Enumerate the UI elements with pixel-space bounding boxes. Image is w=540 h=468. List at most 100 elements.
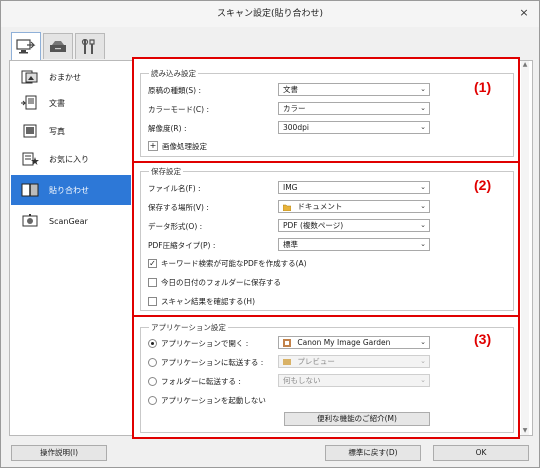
section-marker-3: (3) (474, 331, 492, 347)
check-results-checkbox[interactable] (148, 297, 157, 306)
open-with-app-radio-row[interactable]: アプリケーションで開く : (148, 338, 248, 349)
more-functions-button[interactable]: 便利な機能のご紹介(M) (284, 412, 430, 426)
expand-image-processing-button[interactable]: + (148, 141, 158, 151)
date-folder-checkbox[interactable] (148, 278, 157, 287)
scangear-icon (19, 213, 41, 229)
close-button[interactable]: × (513, 5, 535, 22)
title-bar: スキャン設定(貼り合わせ) × (1, 1, 539, 27)
document-icon (19, 95, 41, 111)
tab-scan-from-computer[interactable] (11, 32, 41, 61)
ok-button[interactable]: OK (433, 445, 529, 461)
photo-icon (19, 123, 41, 139)
save-settings-title: 保存設定 (149, 166, 183, 177)
file-name-select[interactable]: IMG ⌄ (278, 181, 430, 194)
sidebar-item-label: ScanGear (49, 216, 88, 226)
scanner-icon (50, 40, 66, 52)
send-to-folder-label: フォルダーに転送する : (161, 377, 241, 386)
sidebar-item-label: 文書 (49, 98, 65, 108)
scan-settings-dialog: スキャン設定(貼り合わせ) × おまかせ 文書 写真 お気に入り 貼り合わせ S… (0, 0, 540, 468)
color-mode-select[interactable]: カラー ⌄ (278, 102, 430, 115)
scroll-down-icon[interactable]: ▼ (521, 427, 529, 435)
window-title: スキャン設定(貼り合わせ) (216, 9, 324, 19)
do-not-start-radio[interactable] (148, 396, 157, 405)
data-format-value: PDF (複数ページ) (283, 221, 344, 230)
chevron-down-icon: ⌄ (420, 202, 426, 210)
file-name-value: IMG (283, 183, 298, 192)
section-marker-2: (2) (474, 177, 492, 193)
app-settings-title: アプリケーション設定 (149, 322, 228, 333)
section-marker-1: (1) (474, 79, 492, 95)
chevron-down-icon: ⌄ (420, 104, 426, 112)
chevron-down-icon: ⌄ (420, 123, 426, 131)
keyword-pdf-checkbox[interactable]: ✓ (148, 259, 157, 268)
source-select[interactable]: 文書 ⌄ (278, 83, 430, 96)
date-folder-checkbox-row[interactable]: 今日の日付のフォルダーに保存する (148, 277, 281, 288)
app-icon (283, 339, 291, 347)
resolution-select[interactable]: 300dpi ⌄ (278, 121, 430, 134)
resolution-label: 解像度(R) : (148, 124, 187, 133)
save-in-label: 保存する場所(V) : (148, 203, 209, 212)
open-with-app-radio[interactable] (148, 339, 157, 348)
resolution-value: 300dpi (283, 123, 309, 132)
send-to-folder-radio[interactable] (148, 377, 157, 386)
open-with-app-label: アプリケーションで開く : (161, 339, 249, 348)
data-format-label: データ形式(O) : (148, 222, 203, 231)
keyword-pdf-label: キーワード検索が可能なPDFを作成する(A) (161, 259, 307, 268)
app-settings-panel: アプリケーション設定 (3) アプリケーションで開く : Canon My Im… (132, 315, 520, 439)
sidebar-item-label: 貼り合わせ (49, 185, 89, 195)
source-label: 原稿の種類(S) : (148, 86, 202, 95)
save-in-select[interactable]: ドキュメント ⌄ (278, 200, 430, 213)
sidebar-item-favorite[interactable]: お気に入り (11, 147, 131, 171)
check-results-label: スキャン結果を確認する(H) (161, 297, 255, 306)
do-not-start-label: アプリケーションを起動しない (161, 396, 266, 405)
vertical-scrollbar[interactable]: ▲ ▼ (521, 61, 529, 435)
file-name-label: ファイル名(F) : (148, 184, 201, 193)
chevron-down-icon: ⌄ (420, 221, 426, 229)
data-format-select[interactable]: PDF (複数ページ) ⌄ (278, 219, 430, 232)
send-to-app-select[interactable]: プレビュー ⌄ (278, 355, 430, 368)
tab-general-settings[interactable] (75, 33, 105, 59)
sidebar-item-stitch[interactable]: 貼り合わせ (11, 175, 131, 205)
chevron-down-icon: ⌄ (420, 85, 426, 93)
pdf-compression-value: 標準 (283, 240, 298, 249)
scan-type-sidebar: おまかせ 文書 写真 お気に入り 貼り合わせ ScanGear (11, 61, 131, 433)
defaults-button[interactable]: 標準に戻す(D) (325, 445, 421, 461)
do-not-start-radio-row[interactable]: アプリケーションを起動しない (148, 395, 266, 406)
source-value: 文書 (283, 85, 298, 94)
send-to-folder-select[interactable]: 何もしない ⌄ (278, 374, 430, 387)
image-processing-label[interactable]: 画像処理設定 (162, 141, 207, 152)
sidebar-item-photo[interactable]: 写真 (11, 119, 131, 143)
favorite-icon (19, 151, 41, 167)
chevron-down-icon: ⌄ (420, 240, 426, 248)
pdf-compression-label: PDF圧縮タイプ(P) : (148, 241, 216, 250)
instructions-button[interactable]: 操作説明(I) (11, 445, 107, 461)
check-results-checkbox-row[interactable]: スキャン結果を確認する(H) (148, 296, 255, 307)
send-to-folder-value: 何もしない (283, 376, 321, 385)
chevron-down-icon: ⌄ (420, 376, 426, 384)
sidebar-item-label: お気に入り (49, 154, 89, 164)
scan-options-panel: 読み込み設定 (1) 原稿の種類(S) : 文書 ⌄ カラーモード(C) : カ… (132, 57, 520, 163)
tab-scan-from-panel[interactable] (43, 33, 73, 59)
preview-icon (283, 359, 291, 365)
keyword-pdf-checkbox-row[interactable]: ✓ キーワード検索が可能なPDFを作成する(A) (148, 258, 307, 269)
color-mode-value: カラー (283, 104, 306, 113)
sidebar-item-auto[interactable]: おまかせ (11, 65, 131, 89)
open-with-app-select[interactable]: Canon My Image Garden ⌄ (278, 336, 430, 349)
tools-icon (81, 38, 95, 54)
save-in-value: ドキュメント (297, 202, 343, 211)
sidebar-item-label: 写真 (49, 126, 65, 136)
chevron-down-icon: ⌄ (420, 338, 426, 346)
scan-options-title: 読み込み設定 (149, 68, 198, 79)
stitch-icon (19, 182, 41, 198)
send-to-app-radio-row[interactable]: アプリケーションに転送する : (148, 357, 263, 368)
date-folder-label: 今日の日付のフォルダーに保存する (161, 278, 281, 287)
sidebar-item-label: おまかせ (49, 72, 81, 82)
send-to-folder-radio-row[interactable]: フォルダーに転送する : (148, 376, 241, 387)
send-to-app-label: アプリケーションに転送する : (161, 358, 264, 367)
computer-scan-icon (16, 39, 36, 54)
scroll-up-icon[interactable]: ▲ (521, 61, 529, 69)
sidebar-item-scangear[interactable]: ScanGear (11, 209, 131, 233)
sidebar-item-document[interactable]: 文書 (11, 91, 131, 115)
pdf-compression-select[interactable]: 標準 ⌄ (278, 238, 430, 251)
send-to-app-radio[interactable] (148, 358, 157, 367)
